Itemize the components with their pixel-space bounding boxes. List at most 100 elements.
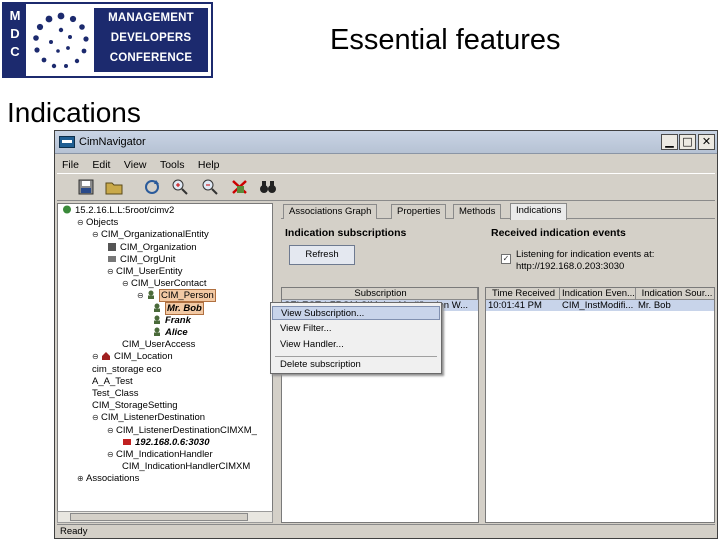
- tree-node[interactable]: ⊖ CIM_UserEntity: [107, 266, 183, 278]
- tree-node[interactable]: ⊖ CIM_Location: [92, 351, 173, 363]
- column-indication-event[interactable]: Indication Even...: [560, 288, 636, 300]
- tree-node-label: CIM_OrganizationalEntity: [101, 229, 209, 241]
- menu-help[interactable]: Help: [198, 157, 220, 173]
- window-titlebar[interactable]: CimNavigator ▁ □ ✕: [55, 131, 717, 154]
- tree-node[interactable]: Frank: [152, 315, 191, 327]
- tree-node[interactable]: 192.168.0.6:3030: [122, 437, 209, 449]
- tree-toggle[interactable]: ⊖: [77, 217, 86, 229]
- tree-toggle[interactable]: ⊕: [77, 473, 86, 485]
- tree-toggle[interactable]: ⊖: [137, 290, 146, 302]
- search-button[interactable]: [257, 177, 279, 197]
- refresh-subscriptions-button[interactable]: Refresh: [289, 245, 355, 265]
- subscription-context-menu: View Subscription... View Filter... View…: [270, 302, 442, 374]
- tree-node[interactable]: ⊖ Objects: [77, 217, 118, 229]
- tab-indications[interactable]: Indications: [510, 203, 568, 220]
- tree-node[interactable]: CIM_IndicationHandlerCIMXM: [122, 461, 250, 473]
- listening-label: Listening for indication events at:: [516, 249, 655, 260]
- menu-separator: [275, 356, 437, 357]
- delete-button[interactable]: [229, 177, 251, 197]
- refresh-icon: [145, 180, 159, 194]
- tree-node[interactable]: cim_storage eco: [92, 364, 162, 376]
- person-icon: [152, 315, 165, 326]
- save-icon: [78, 179, 94, 195]
- subscriptions-table-header: Subscription: [282, 288, 478, 300]
- toolbar: [57, 173, 715, 201]
- tree-node-label: 192.168.0.6:3030: [135, 436, 210, 448]
- indication-event-cell: CIM_InstModifi...: [562, 300, 634, 311]
- menu-edit[interactable]: Edit: [92, 157, 110, 173]
- tree-node[interactable]: CIM_OrgUnit: [107, 254, 175, 266]
- logo-line-2: DEVELOPERS: [110, 32, 192, 44]
- logo-letter-c: C: [10, 44, 20, 59]
- tree-node[interactable]: Alice: [152, 327, 188, 339]
- menu-item-view-handler[interactable]: View Handler...: [272, 338, 440, 352]
- tree-node[interactable]: A_A_Test: [92, 376, 133, 388]
- tree-node[interactable]: CIM_StorageSetting: [92, 400, 178, 412]
- tree-node[interactable]: ⊖ CIM_ListenerDestination: [92, 412, 205, 424]
- tab-strip: Associations Graph Properties Methods In…: [281, 203, 715, 220]
- tree-toggle[interactable]: ⊖: [107, 425, 116, 437]
- tree-node[interactable]: ⊖ CIM_ListenerDestinationCIMXM_: [107, 425, 257, 437]
- refresh-button[interactable]: [141, 177, 163, 197]
- menu-view[interactable]: View: [124, 157, 147, 173]
- tree-node[interactable]: ⊕ Associations: [77, 473, 139, 485]
- tree-node-label: Objects: [86, 217, 119, 229]
- tree-node-label: cim_storage eco: [92, 363, 162, 375]
- orgunit-icon: [107, 254, 120, 265]
- logo-letter-strip: M D C: [4, 4, 26, 76]
- logo-wordmark: MANAGEMENT DEVELOPERS CONFERENCE: [94, 8, 208, 72]
- tree-toggle[interactable]: ⊖: [107, 449, 116, 461]
- tree-node-label: Frank: [165, 314, 191, 326]
- minimize-button[interactable]: ▁: [661, 134, 678, 150]
- tree-scroll-thumb[interactable]: [70, 513, 248, 521]
- globe-icon: [62, 205, 75, 216]
- window-title: CimNavigator: [79, 136, 146, 148]
- tree-node-label: CIM_ListenerDestination: [101, 412, 206, 424]
- menu-item-view-subscription[interactable]: View Subscription...: [272, 306, 440, 320]
- object-tree[interactable]: 15.2.16.L.L:5root/cimv2 ⊖ Objects ⊖ CIM_Orga…: [57, 203, 273, 523]
- listening-checkbox[interactable]: ✓: [501, 254, 511, 264]
- logo-dot-ring-icon: [33, 12, 89, 69]
- tree-node[interactable]: CIM_UserAccess: [122, 339, 195, 351]
- tree-node-label: A_A_Test: [92, 375, 133, 387]
- zoom-out-icon: [202, 179, 218, 195]
- menu-item-delete-subscription[interactable]: Delete subscription: [272, 358, 440, 372]
- menu-file[interactable]: File: [62, 157, 79, 173]
- received-events-header: Time Received Indication Even... Indicat…: [486, 288, 714, 300]
- tree-node[interactable]: CIM_Organization: [107, 242, 197, 254]
- tab-properties[interactable]: Properties: [391, 204, 447, 219]
- tree-node[interactable]: ⊖ CIM_UserContact: [122, 278, 207, 290]
- menu-item-view-filter[interactable]: View Filter...: [272, 322, 440, 336]
- table-row[interactable]: 10:01:41 PM CIM_InstModifi... Mr. Bob: [486, 300, 714, 311]
- maximize-button[interactable]: □: [679, 134, 696, 150]
- open-button[interactable]: [103, 177, 125, 197]
- column-indication-source[interactable]: Indication Sour...: [636, 288, 714, 300]
- tree-toggle[interactable]: ⊖: [92, 229, 101, 241]
- tab-associations-graph[interactable]: Associations Graph: [283, 204, 378, 219]
- tab-methods[interactable]: Methods: [453, 204, 502, 219]
- received-events-table[interactable]: Time Received Indication Even... Indicat…: [485, 287, 715, 523]
- subscriptions-heading: Indication subscriptions: [285, 227, 407, 239]
- tree-toggle[interactable]: ⊖: [92, 351, 101, 363]
- tree-node[interactable]: ⊖ CIM_Person: [137, 289, 216, 303]
- tree-node-label: CIM_OrgUnit: [120, 253, 176, 265]
- tree-node[interactable]: ⊖ CIM_IndicationHandler: [107, 449, 213, 461]
- tree-toggle[interactable]: ⊖: [122, 278, 131, 290]
- menu-tools[interactable]: Tools: [160, 157, 185, 173]
- binoculars-icon: [260, 181, 276, 193]
- column-subscription[interactable]: Subscription: [282, 288, 478, 300]
- tree-node[interactable]: ⊖ CIM_OrganizationalEntity: [92, 229, 209, 241]
- close-button[interactable]: ✕: [698, 134, 715, 150]
- tree-toggle[interactable]: ⊖: [92, 412, 101, 424]
- column-time-received[interactable]: Time Received: [486, 288, 560, 300]
- mdc-logo: M D C MANAGEMENT DEVELOPERS CONFERENCE: [2, 2, 213, 78]
- tree-horizontal-scrollbar[interactable]: [57, 511, 273, 523]
- zoom-in-button[interactable]: [169, 177, 191, 197]
- tree-node[interactable]: Test_Class: [92, 388, 138, 400]
- app-icon: [59, 136, 75, 148]
- tree-node[interactable]: 15.2.16.L.L:5root/cimv2: [62, 205, 174, 217]
- zoom-out-button[interactable]: [199, 177, 221, 197]
- tree-toggle[interactable]: ⊖: [107, 266, 116, 278]
- save-button[interactable]: [75, 177, 97, 197]
- tree-node[interactable]: Mr. Bob: [152, 301, 204, 315]
